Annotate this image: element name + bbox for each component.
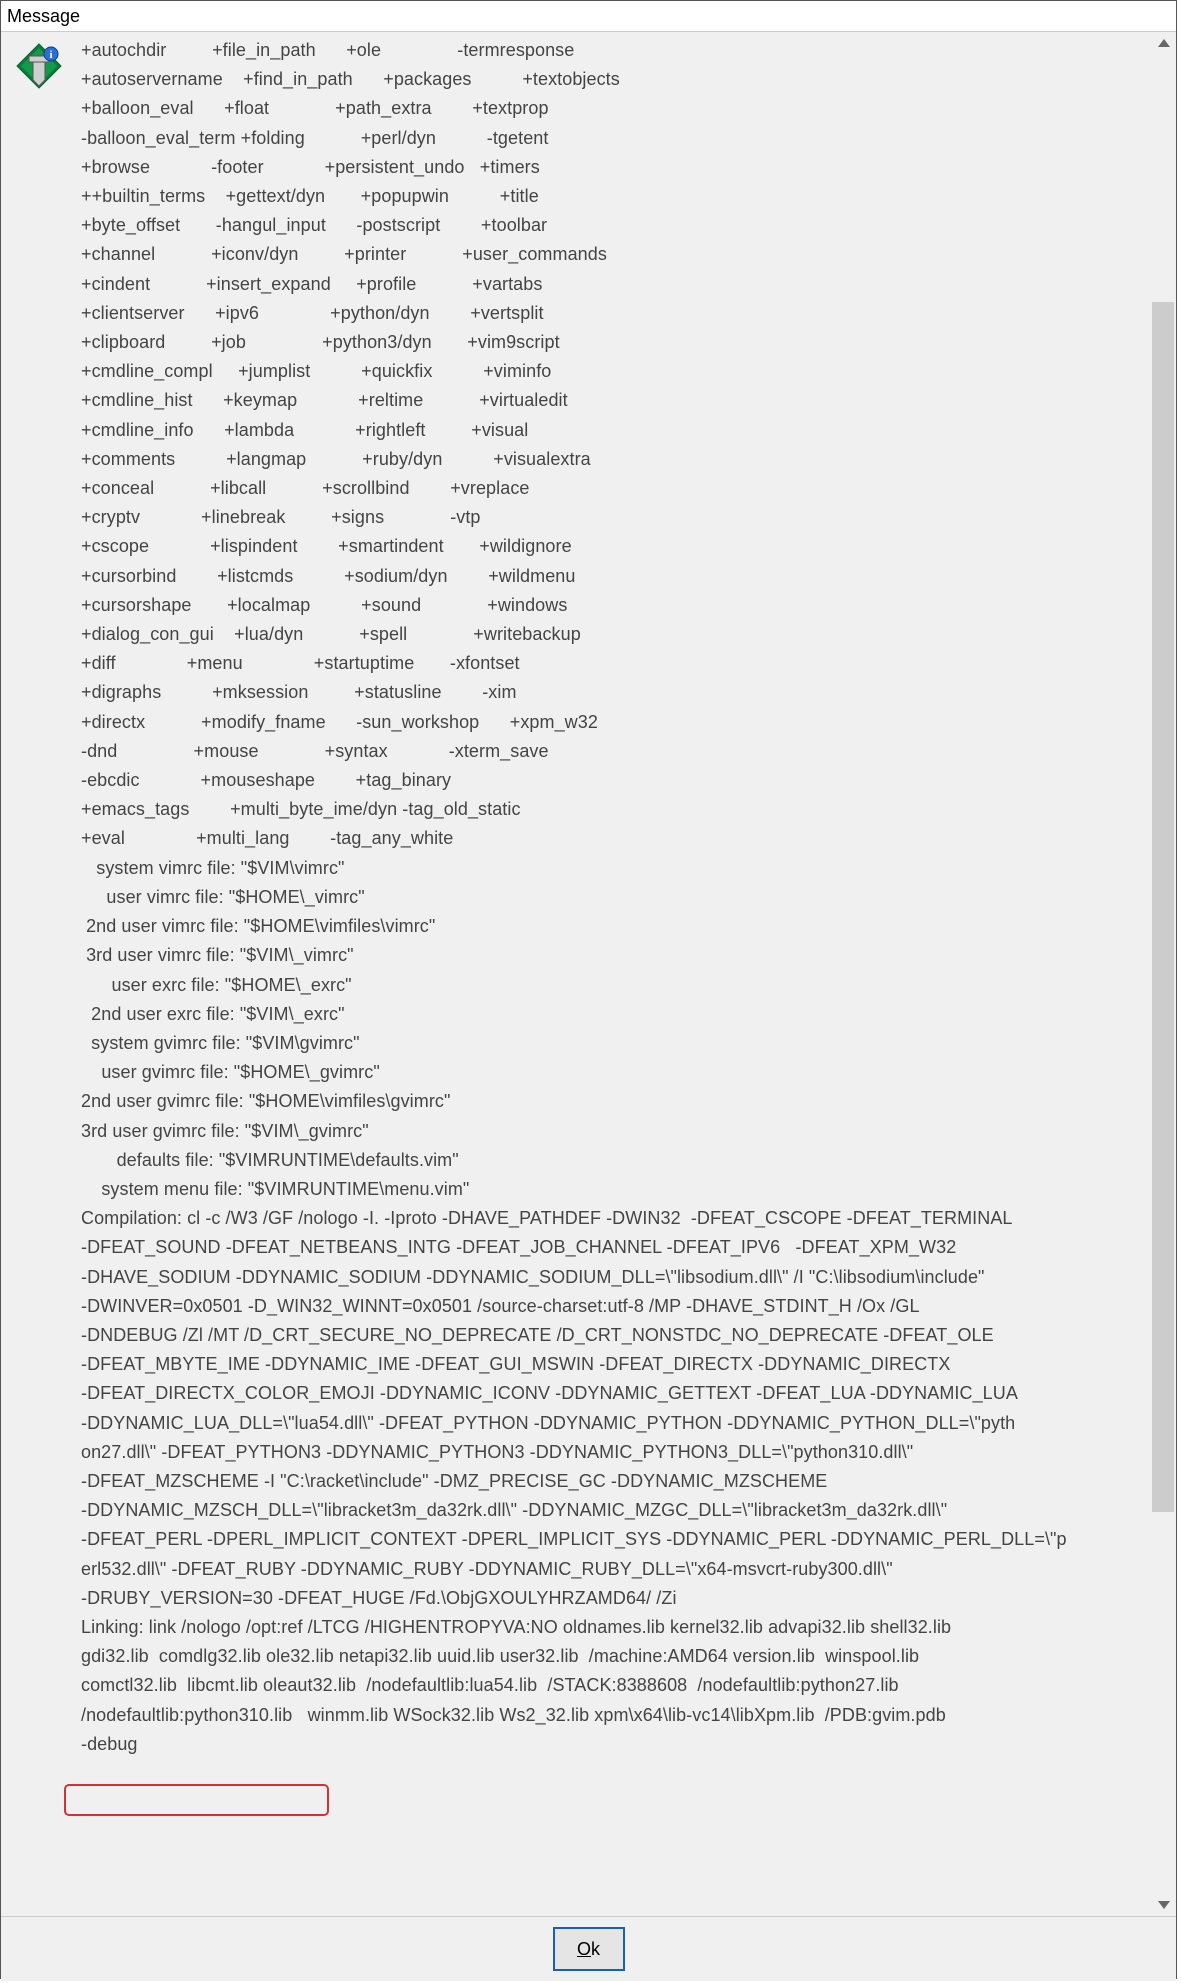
- scroll-thumb[interactable]: [1152, 302, 1174, 1512]
- titlebar: Message: [1, 1, 1176, 32]
- window-title: Message: [7, 6, 80, 27]
- message-text: +autochdir +file_in_path +ole -termrespo…: [81, 36, 1143, 1759]
- vim-icon: i: [15, 42, 63, 90]
- content-area: i +autochdir +file_in_path +ole -termres…: [1, 32, 1176, 1917]
- svg-text:i: i: [49, 49, 52, 61]
- scrollbar[interactable]: [1151, 32, 1176, 1916]
- highlight-box: [64, 1784, 329, 1816]
- message-dialog: Message i +autochdir +file_in_path +ole …: [0, 0, 1177, 1979]
- scroll-region: i +autochdir +file_in_path +ole -termres…: [1, 32, 1151, 1916]
- scroll-up-arrow-icon[interactable]: [1151, 32, 1176, 54]
- footer: Ok: [1, 1917, 1176, 1981]
- scroll-down-arrow-icon[interactable]: [1151, 1894, 1176, 1916]
- ok-button[interactable]: Ok: [553, 1927, 625, 1971]
